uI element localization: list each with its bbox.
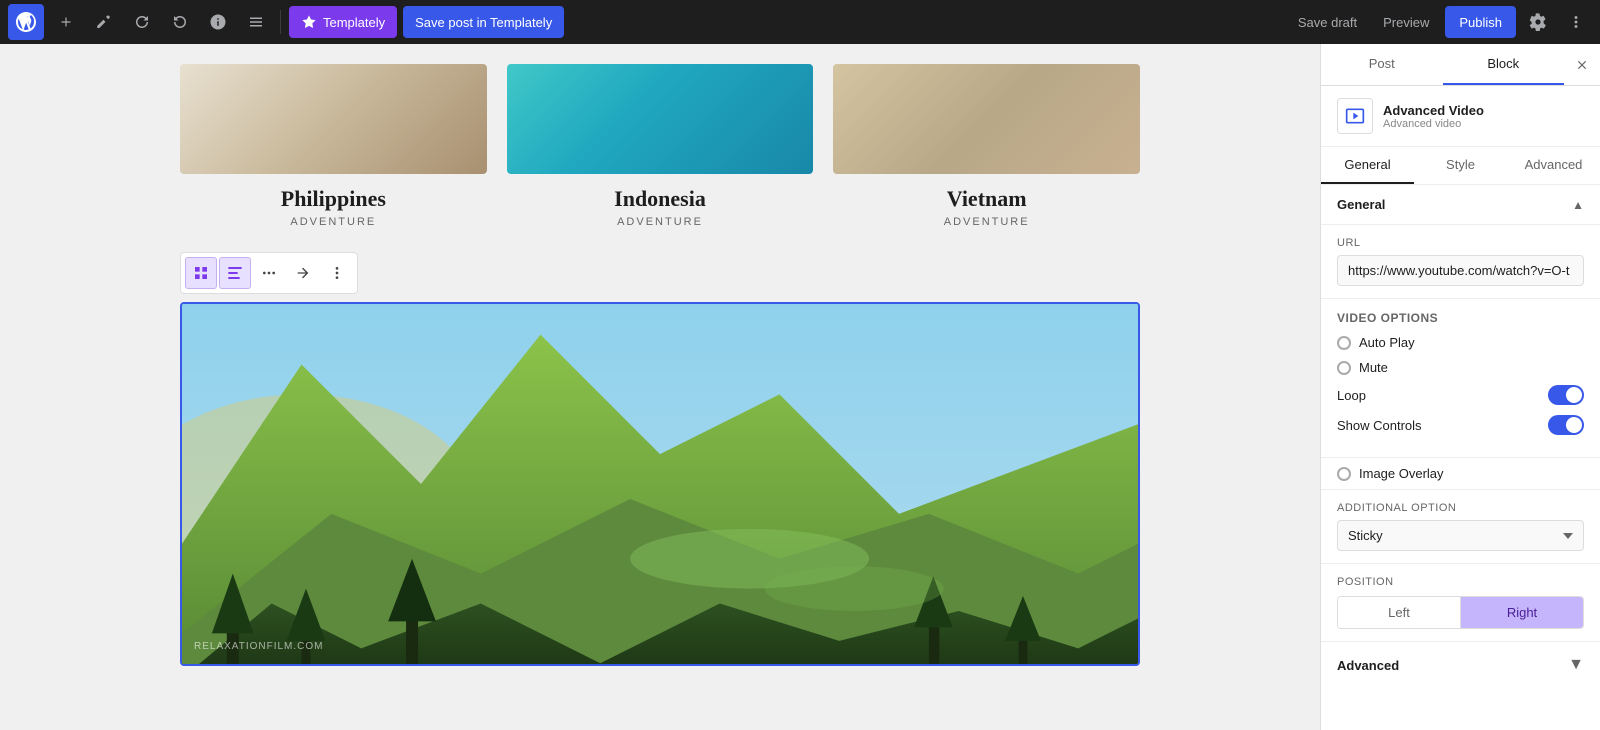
loop-toggle[interactable] (1548, 385, 1584, 405)
url-field-group: URL (1321, 225, 1600, 299)
url-label: URL (1337, 237, 1584, 249)
show-controls-toggle[interactable] (1548, 415, 1584, 435)
card-title-philippines: Philippines (180, 186, 487, 212)
block-tab-general[interactable]: General (1321, 147, 1414, 184)
settings-button[interactable] (1522, 6, 1554, 38)
card-vietnam: Vietnam ADVENTURE (833, 64, 1140, 228)
block-info-text: Advanced Video Advanced video (1383, 103, 1484, 130)
wp-logo[interactable] (8, 4, 44, 40)
position-left-button[interactable]: Left (1338, 597, 1461, 628)
additional-option-group: Additional Option Sticky (1321, 490, 1600, 564)
undo-button[interactable] (126, 6, 158, 38)
video-landscape-image (182, 304, 1138, 664)
show-controls-label: Show Controls (1337, 418, 1422, 433)
card-title-vietnam: Vietnam (833, 186, 1140, 212)
block-tool-grid-button[interactable] (185, 257, 217, 289)
position-buttons: Left Right (1337, 596, 1584, 629)
mute-radio[interactable] (1337, 361, 1351, 375)
mute-row: Mute (1337, 360, 1584, 375)
advanced-section[interactable]: Advanced ▼ (1321, 642, 1600, 688)
position-section: Position Left Right (1321, 564, 1600, 642)
block-tab-advanced[interactable]: Advanced (1507, 147, 1600, 184)
block-tool-align-button[interactable] (219, 257, 251, 289)
position-right-button[interactable]: Right (1461, 597, 1583, 628)
card-subtitle-indonesia: ADVENTURE (507, 216, 814, 228)
right-sidebar: Post Block Advanced Video Advanced video… (1320, 44, 1600, 730)
video-block: RELAXATIONFILM.COM (180, 302, 1140, 666)
info-button[interactable] (202, 6, 234, 38)
sticky-select[interactable]: Sticky (1337, 520, 1584, 551)
image-overlay-row: Image Overlay (1321, 458, 1600, 490)
block-tab-style[interactable]: Style (1414, 147, 1507, 184)
block-tool-dots-button[interactable] (253, 257, 285, 289)
publish-button[interactable]: Publish (1445, 6, 1516, 38)
general-section-title: General (1337, 197, 1385, 212)
tab-block[interactable]: Block (1443, 44, 1565, 85)
advanced-label: Advanced (1337, 658, 1399, 673)
position-label: Position (1337, 576, 1584, 588)
card-indonesia: Indonesia ADVENTURE (507, 64, 814, 228)
block-icon (1337, 98, 1373, 134)
card-image-vietnam (833, 64, 1140, 174)
general-section-header[interactable]: General ▲ (1321, 185, 1600, 225)
redo-button[interactable] (164, 6, 196, 38)
autoplay-row: Auto Play (1337, 335, 1584, 350)
sidebar-close-button[interactable] (1564, 47, 1600, 83)
video-options: Video Options Auto Play Mute (1321, 299, 1600, 458)
block-desc: Advanced video (1383, 118, 1484, 130)
card-subtitle-philippines: ADVENTURE (180, 216, 487, 228)
block-toolbar (180, 252, 358, 294)
video-options-title: Video Options (1337, 311, 1584, 325)
loop-label: Loop (1337, 388, 1366, 403)
mute-label: Mute (1337, 360, 1388, 375)
video-watermark: RELAXATIONFILM.COM (194, 641, 324, 652)
loop-row: Loop (1337, 385, 1584, 405)
show-controls-row: Show Controls (1337, 415, 1584, 435)
card-image-philippines (180, 64, 487, 174)
editor-content: Philippines ADVENTURE Indonesia ADVENTUR… (180, 64, 1140, 710)
video-placeholder: RELAXATIONFILM.COM (182, 304, 1138, 664)
toolbar-divider-1 (280, 10, 281, 34)
toolbar: Templately Save post in Templately Save … (0, 0, 1600, 44)
image-overlay-label: Image Overlay (1359, 466, 1444, 481)
save-templately-button[interactable]: Save post in Templately (403, 6, 564, 38)
general-section-toggle: ▲ (1572, 198, 1584, 212)
card-image-indonesia (507, 64, 814, 174)
card-subtitle-vietnam: ADVENTURE (833, 216, 1140, 228)
tab-post[interactable]: Post (1321, 44, 1443, 85)
add-block-button[interactable] (50, 6, 82, 38)
advanced-chevron-icon: ▼ (1568, 656, 1584, 674)
list-view-button[interactable] (240, 6, 272, 38)
autoplay-radio[interactable] (1337, 336, 1351, 350)
block-tool-more-button[interactable] (321, 257, 353, 289)
save-draft-button[interactable]: Save draft (1288, 6, 1367, 38)
preview-button[interactable]: Preview (1373, 6, 1439, 38)
block-tabs: General Style Advanced (1321, 147, 1600, 185)
main-layout: Philippines ADVENTURE Indonesia ADVENTUR… (0, 44, 1600, 730)
panel-content: General ▲ URL Video Options Auto Play (1321, 185, 1600, 730)
editor-area: Philippines ADVENTURE Indonesia ADVENTUR… (0, 44, 1320, 730)
cards-row: Philippines ADVENTURE Indonesia ADVENTUR… (180, 64, 1140, 228)
block-info: Advanced Video Advanced video (1321, 86, 1600, 147)
more-toolbar-button[interactable] (1560, 6, 1592, 38)
block-name: Advanced Video (1383, 103, 1484, 118)
card-title-indonesia: Indonesia (507, 186, 814, 212)
edit-mode-button[interactable] (88, 6, 120, 38)
autoplay-label: Auto Play (1337, 335, 1415, 350)
image-overlay-radio[interactable] (1337, 467, 1351, 481)
card-philippines: Philippines ADVENTURE (180, 64, 487, 228)
additional-option-label: Additional Option (1337, 502, 1584, 514)
templately-button[interactable]: Templately (289, 6, 397, 38)
sidebar-header: Post Block (1321, 44, 1600, 86)
url-input[interactable] (1337, 255, 1584, 286)
block-tool-arrows-button[interactable] (287, 257, 319, 289)
